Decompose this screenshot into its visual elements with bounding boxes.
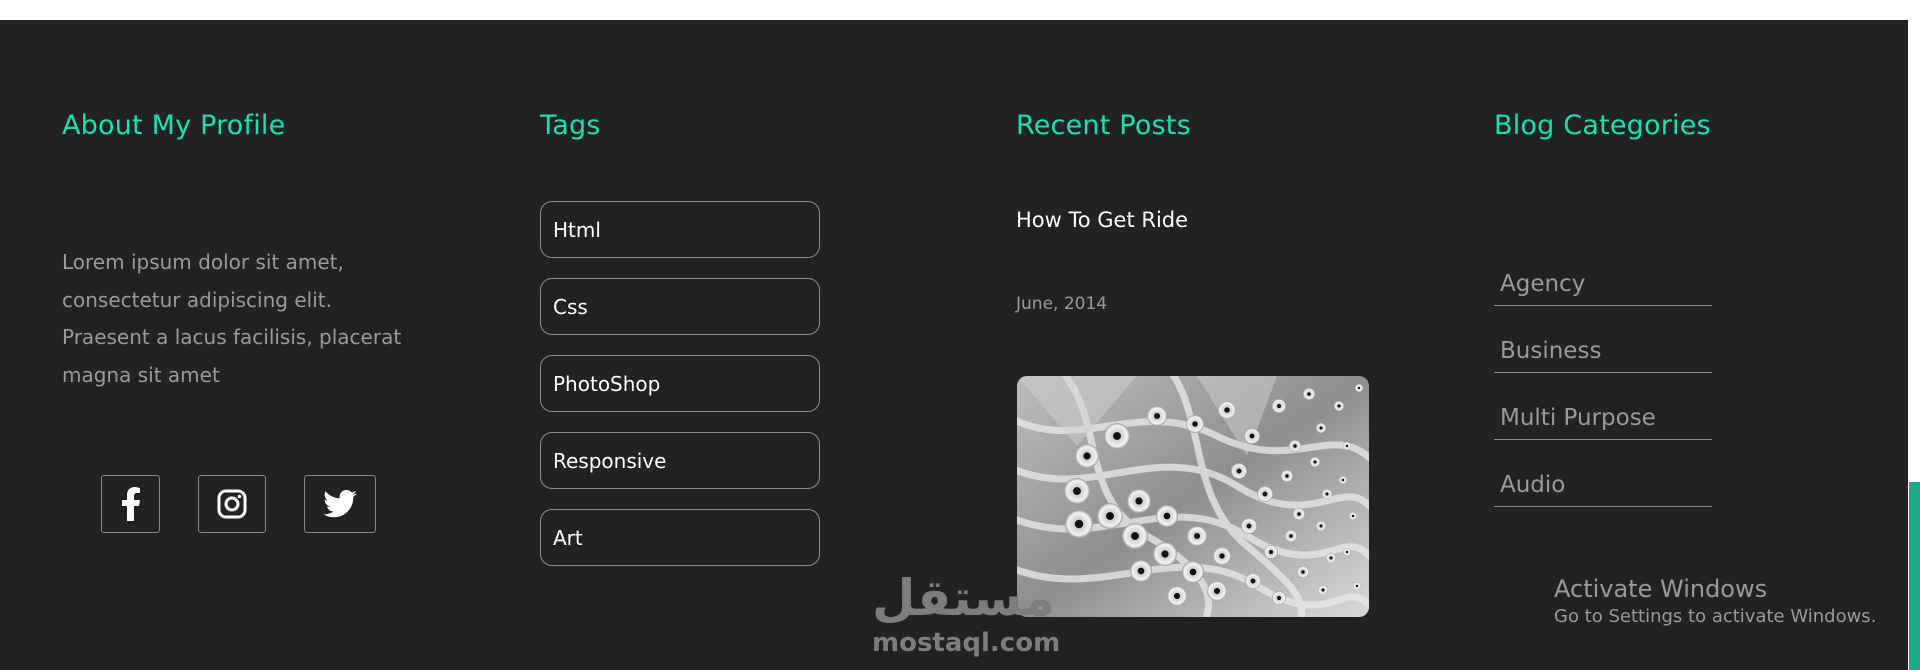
instagram-icon [217,489,247,519]
about-heading: About My Profile [62,110,286,141]
post-title-link[interactable]: How To Get Ride [1016,208,1188,232]
tag-css[interactable]: Css [540,278,820,335]
facebook-icon [121,487,141,521]
tag-photoshop[interactable]: PhotoShop [540,355,820,412]
mostaql-watermark: مستقل mostaql.com [872,568,1061,658]
twitter-icon [323,490,357,518]
post-date: June, 2014 [1016,294,1108,314]
activate-windows-title: Activate Windows [1554,575,1768,603]
category-multi-purpose[interactable]: Multi Purpose [1494,394,1712,440]
tag-art[interactable]: Art [540,509,820,566]
recent-posts-heading: Recent Posts [1016,110,1191,141]
watermark-arabic: مستقل [872,569,1055,627]
tag-responsive[interactable]: Responsive [540,432,820,489]
activate-windows-subtitle: Go to Settings to activate Windows. [1554,606,1877,627]
watermark-latin: mostaql.com [872,628,1061,658]
category-agency[interactable]: Agency [1494,260,1712,306]
tag-html[interactable]: Html [540,201,820,258]
twitter-button[interactable] [304,475,376,533]
tags-heading: Tags [540,110,601,141]
category-business[interactable]: Business [1494,327,1712,373]
facebook-button[interactable] [101,475,160,533]
blog-categories-heading: Blog Categories [1494,110,1711,141]
activate-windows-notice: Activate Windows Go to Settings to activ… [1554,574,1876,630]
scrollbar-thumb[interactable] [1909,482,1920,670]
about-text: Lorem ipsum dolor sit amet, consectetur … [62,250,402,387]
category-audio[interactable]: Audio [1494,461,1712,507]
post-thumbnail-image[interactable] [1017,376,1369,617]
instagram-button[interactable] [198,475,266,533]
